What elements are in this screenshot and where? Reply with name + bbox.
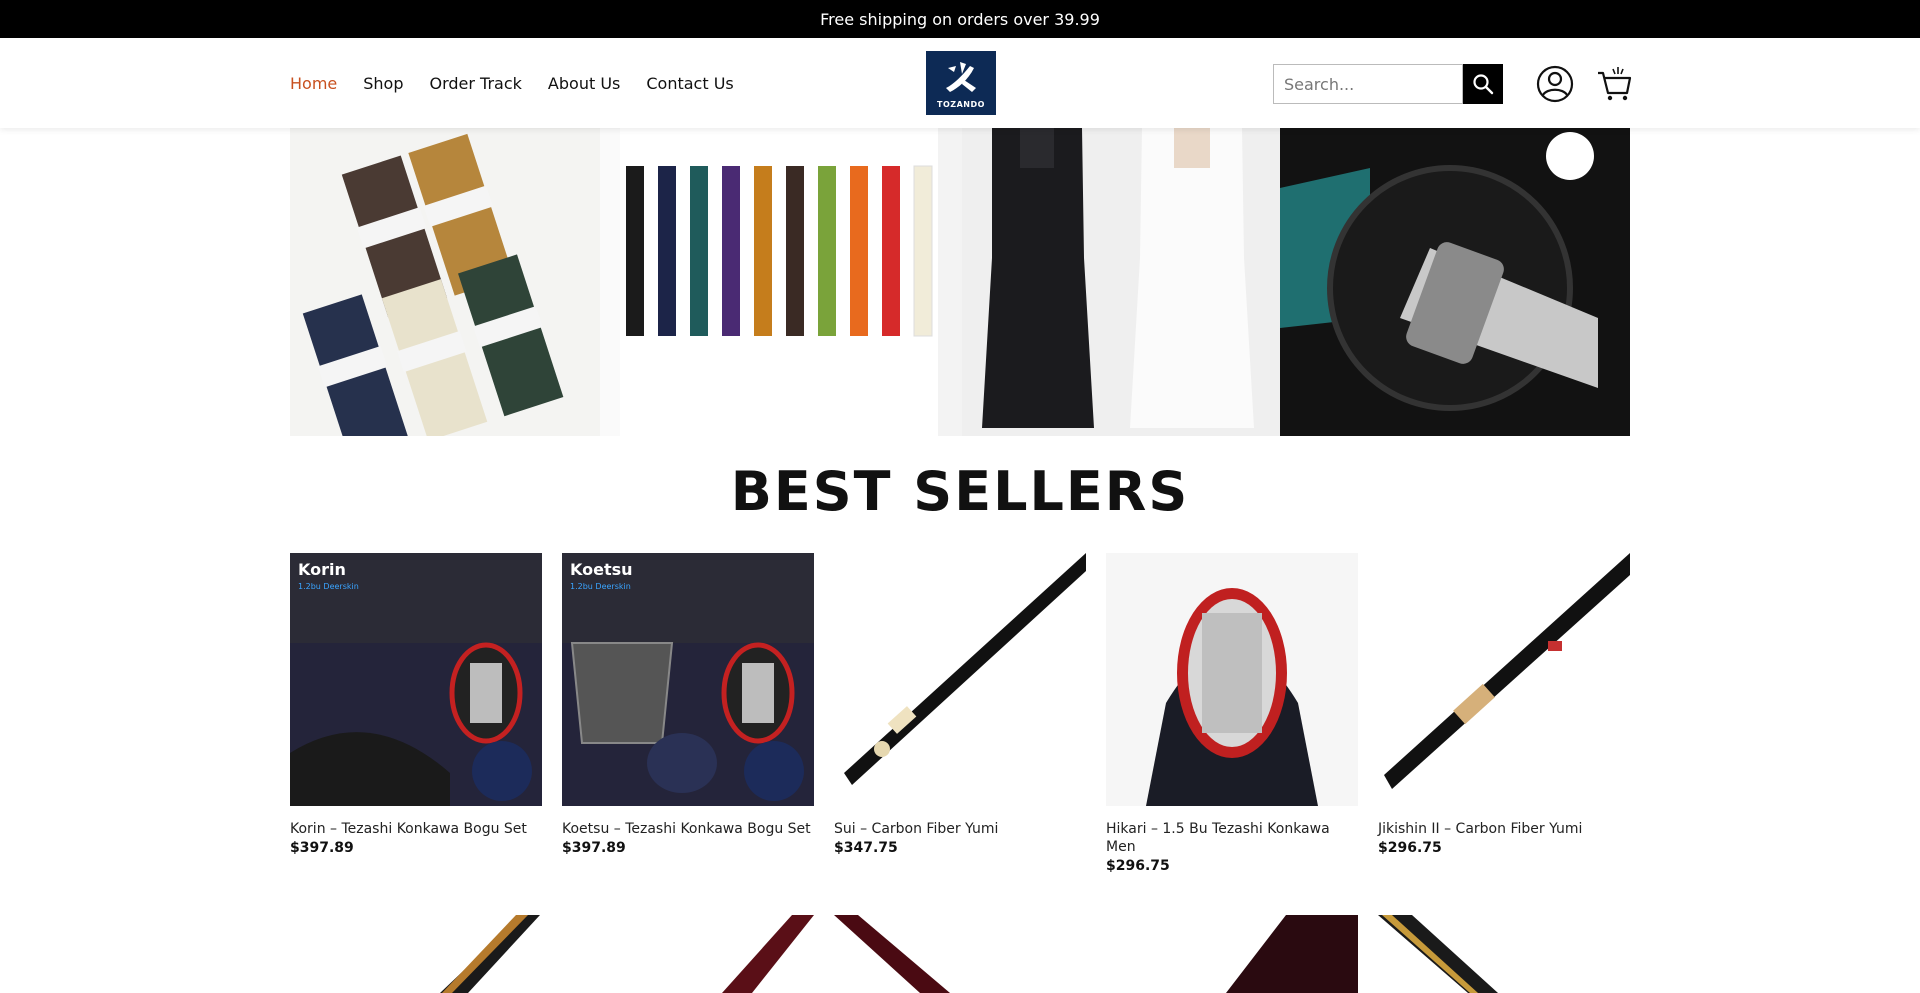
search-icon (1473, 74, 1494, 95)
hero-banner[interactable] (290, 128, 1630, 436)
nav-contact-us[interactable]: Contact Us (646, 74, 733, 93)
product-image[interactable] (1378, 915, 1630, 993)
site-header: Home Shop Order Track About Us Contact U… (0, 38, 1920, 128)
search-button[interactable] (1463, 64, 1503, 104)
product-price: $347.75 (834, 840, 898, 856)
product-badge-sub: 1.2bu Deerskin (570, 582, 631, 591)
yumi-image (290, 915, 542, 993)
main-nav: Home Shop Order Track About Us Contact U… (290, 38, 734, 128)
user-icon (1536, 65, 1574, 103)
bogu-set-image: Korin 1.2bu Deerskin (290, 553, 542, 806)
section-title-best-sellers: BEST SELLERS (730, 460, 1190, 523)
product-image[interactable] (1106, 915, 1358, 993)
site-logo[interactable]: TOZANDO (926, 51, 996, 115)
product-price: $296.75 (1106, 858, 1170, 874)
search-box (1273, 64, 1463, 104)
product-card[interactable]: Korin 1.2bu Deerskin Korin – Tezashi Kon… (290, 553, 542, 874)
logo-wordmark: TOZANDO (937, 99, 985, 109)
product-name[interactable]: Koetsu – Tezashi Konkawa Bogu Set (562, 820, 814, 838)
product-card[interactable]: Koetsu 1.2bu Deerskin Koetsu – Tezashi K… (562, 553, 814, 874)
product-name[interactable]: Jikishin II – Carbon Fiber Yumi (1378, 820, 1630, 838)
product-card[interactable] (290, 915, 542, 993)
tsuba-sword-image (1280, 128, 1598, 436)
yumi-image (834, 915, 1086, 993)
product-price: $296.75 (1378, 840, 1442, 856)
product-grid-row-2 (290, 915, 1630, 993)
product-card[interactable] (562, 915, 814, 993)
product-card[interactable] (834, 915, 1086, 993)
nav-shop[interactable]: Shop (363, 74, 403, 93)
product-image[interactable] (562, 915, 814, 993)
product-badge: Koetsu (570, 560, 633, 579)
yumi-image (1378, 553, 1630, 806)
product-name[interactable]: Sui – Carbon Fiber Yumi (834, 820, 1086, 838)
banner-divider (938, 128, 962, 436)
product-price: $397.89 (562, 840, 626, 856)
account-button[interactable] (1535, 64, 1575, 104)
bogu-set-image: Koetsu 1.2bu Deerskin (562, 553, 814, 806)
yumi-image (1378, 915, 1630, 993)
himo-color-swatches-image (620, 128, 938, 436)
product-image[interactable] (1378, 553, 1630, 806)
kendo-uniforms-image (962, 128, 1280, 436)
product-badge: Korin (298, 560, 346, 579)
product-badge-sub: 1.2bu Deerskin (298, 582, 359, 591)
product-image[interactable] (290, 915, 542, 993)
product-image[interactable] (1106, 553, 1358, 806)
search-input[interactable] (1273, 64, 1463, 104)
product-price: $397.89 (290, 840, 354, 856)
yumi-image (1106, 915, 1358, 993)
product-card[interactable] (1106, 915, 1358, 993)
product-card[interactable] (1378, 915, 1630, 993)
obi-belts-image (290, 128, 600, 436)
product-image[interactable]: Korin 1.2bu Deerskin (290, 553, 542, 806)
product-card[interactable]: Sui – Carbon Fiber Yumi $347.75 (834, 553, 1086, 874)
nav-order-track[interactable]: Order Track (430, 74, 522, 93)
product-card[interactable]: Jikishin II – Carbon Fiber Yumi $296.75 (1378, 553, 1630, 874)
product-grid: Korin 1.2bu Deerskin Korin – Tezashi Kon… (290, 553, 1630, 874)
kendo-men-image (1106, 553, 1358, 806)
product-image[interactable] (834, 553, 1086, 806)
banner-obi-belts (290, 128, 600, 436)
banner-divider (600, 128, 620, 436)
product-name[interactable]: Korin – Tezashi Konkawa Bogu Set (290, 820, 542, 838)
product-card[interactable]: Hikari – 1.5 Bu Tezashi Konkawa Men $296… (1106, 553, 1358, 874)
product-name[interactable]: Hikari – 1.5 Bu Tezashi Konkawa Men (1106, 820, 1358, 856)
logo-mark-icon (946, 61, 976, 92)
cart-button[interactable] (1596, 63, 1632, 103)
yumi-image (562, 915, 814, 993)
yumi-image (834, 553, 1086, 806)
product-image[interactable]: Koetsu 1.2bu Deerskin (562, 553, 814, 806)
cart-icon (1598, 67, 1632, 101)
product-image[interactable] (834, 915, 1086, 993)
banner-tsuba-sword (1280, 128, 1630, 436)
announcement-text: Free shipping on orders over 39.99 (820, 9, 1100, 29)
nav-home[interactable]: Home (290, 74, 337, 93)
banner-kendo-uniforms (962, 128, 1280, 436)
banner-himo-colors (620, 128, 938, 436)
nav-about-us[interactable]: About Us (548, 74, 620, 93)
announcement-bar: Free shipping on orders over 39.99 (0, 0, 1920, 38)
